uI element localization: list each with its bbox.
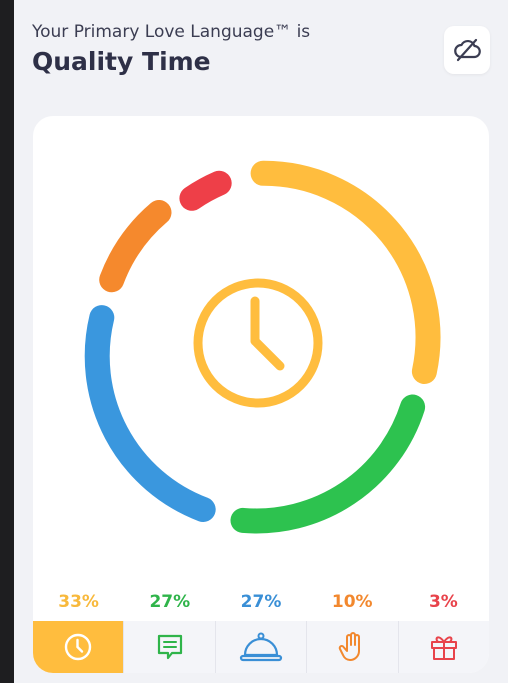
- clock-icon: [193, 278, 323, 408]
- ring-segment-physical-touch: [99, 200, 172, 293]
- tab-receiving-gifts[interactable]: [397, 621, 489, 673]
- clock-icon: [65, 633, 92, 661]
- result-title: Quality Time: [32, 47, 211, 76]
- percentages-row: 33% 27% 27% 10% 3%: [33, 592, 489, 616]
- percent-words-of-affirmation: 27%: [149, 592, 191, 612]
- speech-bubble-icon: [157, 634, 182, 660]
- tab-physical-touch[interactable]: [306, 621, 397, 673]
- percent-acts-of-service: 27%: [240, 592, 282, 612]
- ring-segment-receiving-gifts: [179, 170, 232, 211]
- service-bell-icon: [239, 632, 283, 662]
- percent-physical-touch: 10%: [331, 592, 373, 612]
- tab-quality-time[interactable]: [33, 621, 124, 673]
- gift-icon: [430, 636, 457, 660]
- ring-segment-words-of-affirmation: [230, 394, 426, 534]
- results-card: 33% 27% 27% 10% 3%: [33, 116, 489, 673]
- hand-icon: [339, 632, 361, 661]
- tab-acts-of-service[interactable]: [214, 621, 306, 673]
- percent-quality-time: 33%: [58, 592, 99, 612]
- ring-segment-quality-time: [250, 160, 441, 384]
- love-language-tabs: [33, 621, 489, 673]
- percent-receiving-gifts: 3%: [428, 592, 458, 612]
- app-screen: Your Primary Love Language™ is Quality T…: [14, 0, 508, 683]
- cloud-sync-button[interactable]: [444, 26, 490, 74]
- tab-words-of-affirmation[interactable]: [123, 621, 214, 673]
- ring-segment-acts-of-service: [84, 305, 216, 522]
- result-subtitle: Your Primary Love Language™ is: [32, 22, 311, 42]
- cloud-off-icon: [454, 38, 481, 62]
- love-language-ring-chart: [84, 160, 441, 534]
